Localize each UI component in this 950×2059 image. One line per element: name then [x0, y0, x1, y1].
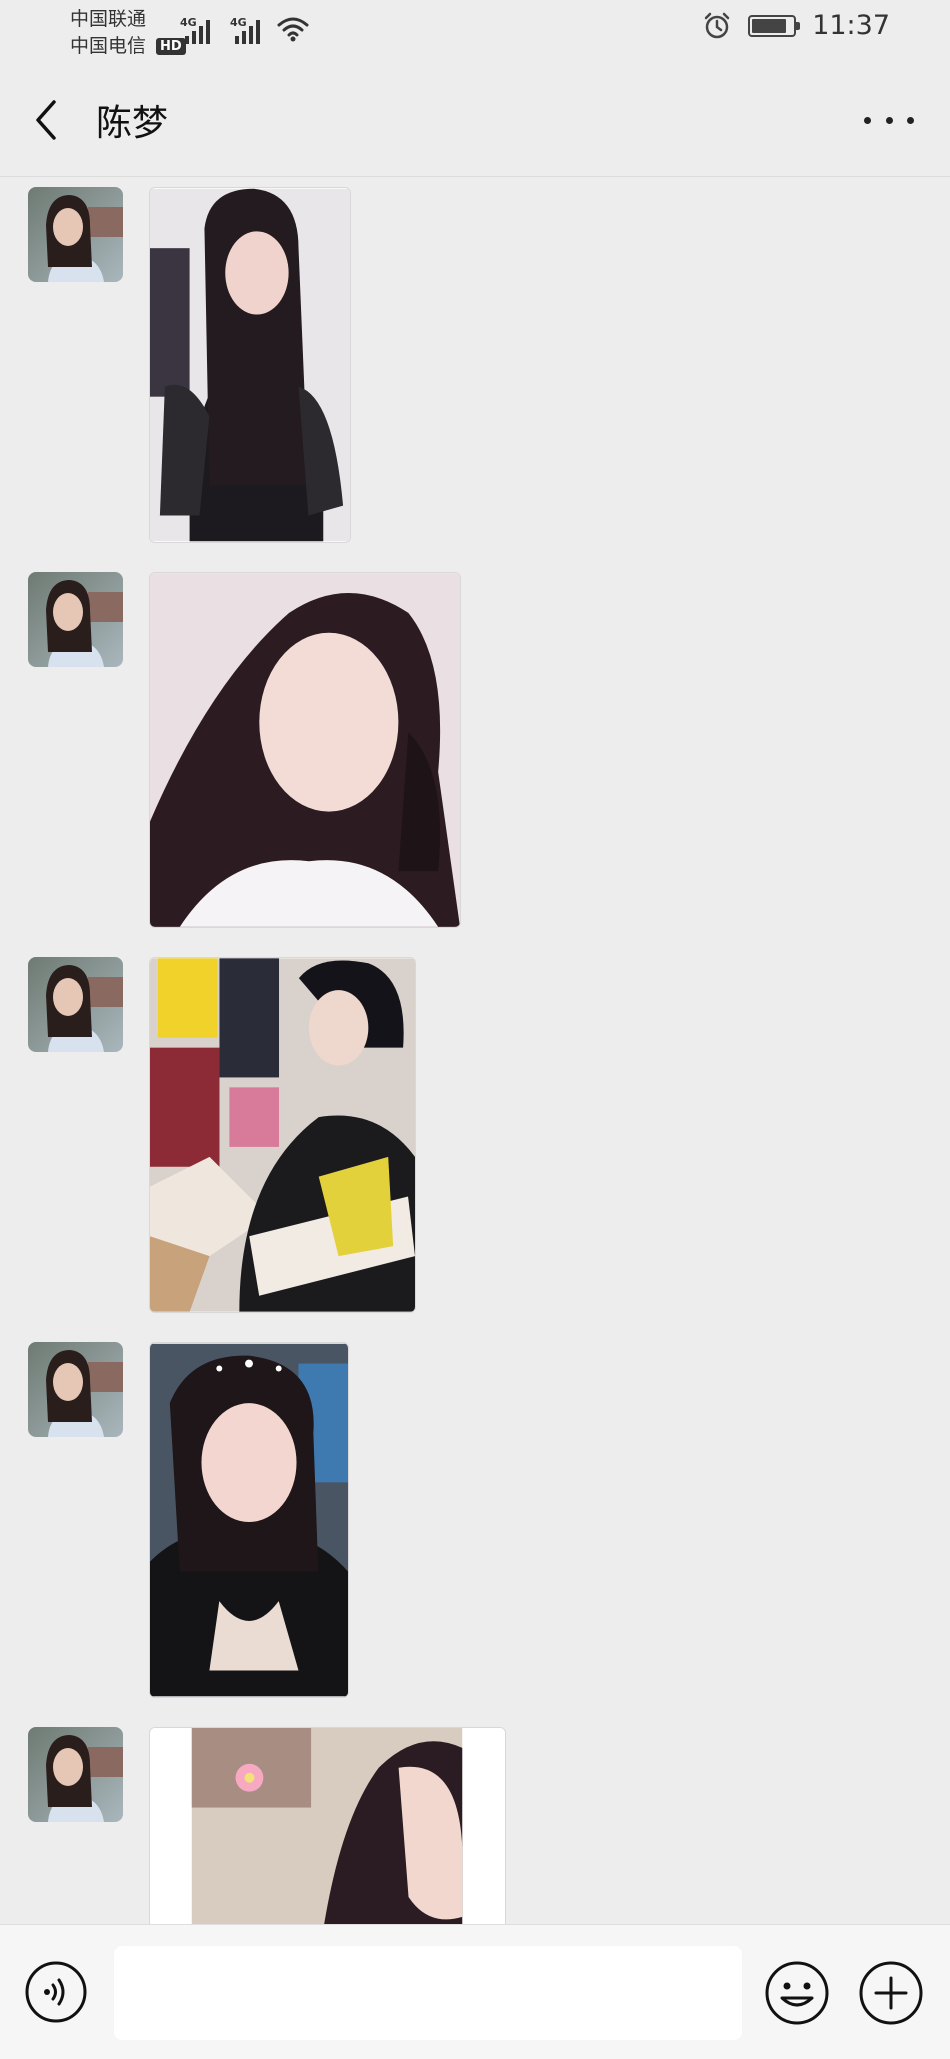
page-title: 陈梦	[96, 103, 169, 144]
network-type-2: 4G	[230, 16, 247, 29]
network-type-1: 4G	[180, 16, 197, 29]
alarm-icon	[704, 12, 730, 38]
contact-avatar[interactable]	[28, 1342, 123, 1437]
chat-image[interactable]	[149, 957, 416, 1313]
chat-image[interactable]	[149, 1342, 349, 1698]
chat-message-list[interactable]	[0, 177, 950, 1924]
carrier-1: 中国联通	[70, 8, 147, 30]
chat-image[interactable]	[149, 1727, 506, 1924]
chat-image[interactable]	[149, 187, 351, 543]
carrier-2: 中国电信	[70, 35, 147, 57]
chat-header: 陈梦	[0, 64, 950, 177]
contact-avatar[interactable]	[28, 957, 123, 1052]
chat-input-bar	[0, 1924, 950, 2059]
status-bar: 中国联通 中国电信 HD 4G 4G 11:37	[0, 0, 950, 64]
contact-avatar[interactable]	[28, 187, 123, 282]
signal-indicators: 4G 4G	[180, 14, 310, 44]
emoji-icon[interactable]	[764, 1960, 830, 2026]
voice-icon[interactable]	[24, 1960, 88, 2024]
contact-avatar[interactable]	[28, 572, 123, 667]
carrier-info: 中国联通 中国电信 HD	[70, 6, 186, 60]
status-right: 11:37	[702, 10, 890, 41]
chat-image[interactable]	[149, 572, 461, 928]
chevron-left-icon[interactable]	[26, 94, 66, 146]
plus-circle-icon[interactable]	[858, 1960, 924, 2026]
contact-avatar[interactable]	[28, 1727, 123, 1822]
more-dots-icon[interactable]	[864, 102, 914, 138]
wifi-icon	[277, 17, 309, 42]
clock: 11:37	[812, 10, 890, 41]
battery-level	[752, 18, 786, 33]
battery-icon	[748, 14, 801, 37]
message-input[interactable]	[114, 1946, 742, 2040]
signal-icon: 4G	[230, 16, 260, 44]
signal-icon: 4G	[180, 16, 210, 44]
